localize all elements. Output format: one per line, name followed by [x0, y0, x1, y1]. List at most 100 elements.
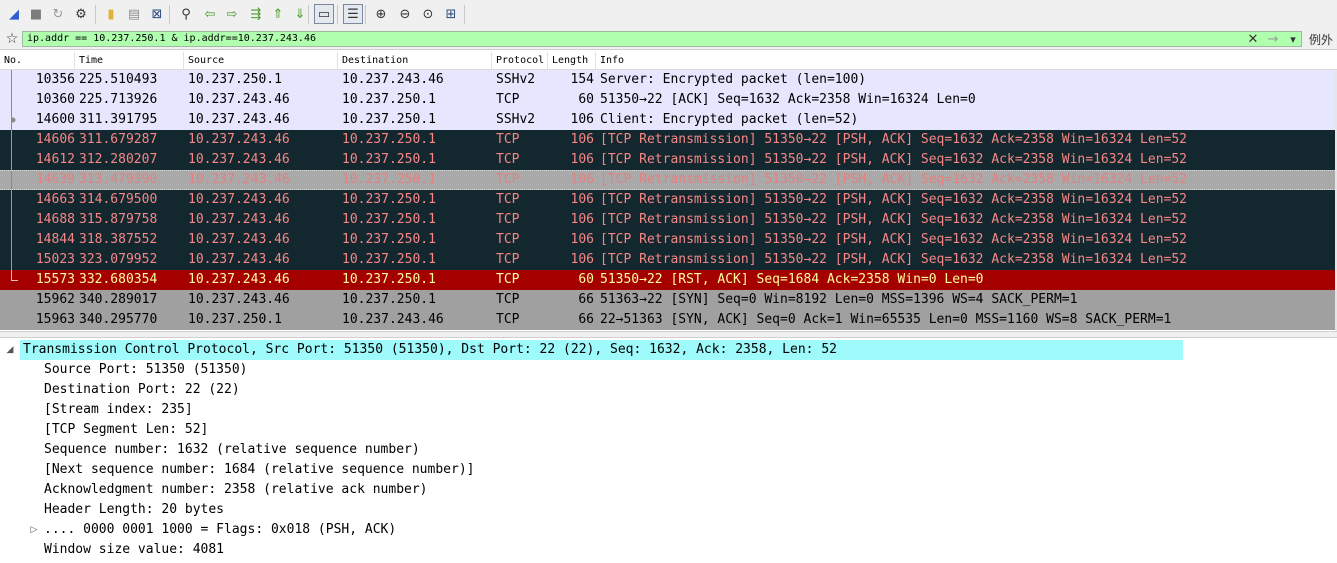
detail-text: [Next sequence number: 1684 (relative se…: [44, 462, 475, 477]
packet-row[interactable]: 14688 315.879758 10.237.243.46 10.237.250.1…: [0, 210, 1337, 230]
packet-time-cell: 318.387552: [79, 232, 158, 247]
packet-row[interactable]: 14844 318.387552 10.237.243.46 10.237.250.1…: [0, 230, 1337, 250]
packet-info-cell: [TCP Retransmission] 51350→22 [PSH, ACK]…: [600, 132, 1187, 147]
packet-proto-cell: TCP: [496, 252, 520, 267]
open-file-icon[interactable]: ▮: [101, 4, 121, 24]
go-forward-icon[interactable]: ⇨: [222, 4, 242, 24]
packet-no-cell: 14688: [35, 212, 75, 227]
packet-time-cell: 332.680354: [79, 272, 158, 287]
toolbar-separator: [464, 5, 465, 24]
expanded-arrow-icon[interactable]: ◢: [4, 340, 16, 360]
packet-info-cell: [TCP Retransmission] 51350→22 [PSH, ACK]…: [600, 232, 1187, 247]
packet-src-cell: 10.237.243.46: [188, 252, 290, 267]
column-header-length[interactable]: Length: [548, 52, 596, 69]
packet-no-cell: 14612: [35, 152, 75, 167]
go-first-icon[interactable]: ⇑: [268, 4, 288, 24]
pane-splitter[interactable]: [0, 331, 1337, 338]
collapsed-arrow-icon[interactable]: ▷: [28, 520, 40, 540]
restart-capture-icon[interactable]: ↻: [48, 4, 68, 24]
detail-text: Acknowledgment number: 2358 (relative ac…: [44, 482, 428, 497]
packet-proto-cell: TCP: [496, 312, 520, 327]
go-back-icon[interactable]: ⇦: [200, 4, 220, 24]
packet-dst-cell: 10.237.243.46: [342, 312, 444, 327]
clear-filter-icon[interactable]: ✕: [1245, 30, 1261, 48]
packet-len-cell: 106: [570, 172, 594, 187]
packet-proto-cell: TCP: [496, 192, 520, 207]
zoom-in-icon[interactable]: ⊕: [371, 4, 391, 24]
packet-row[interactable]: 10360 225.713926 10.237.243.46 10.237.250.1…: [0, 90, 1337, 110]
start-capture-icon[interactable]: ◢: [4, 4, 24, 24]
packet-src-cell: 10.237.243.46: [188, 272, 290, 287]
packet-row[interactable]: 15023 323.079952 10.237.243.46 10.237.250.1…: [0, 250, 1337, 270]
packet-src-cell: 10.237.243.46: [188, 292, 290, 307]
packet-row[interactable]: 14612 312.280207 10.237.243.46 10.237.250.1…: [0, 150, 1337, 170]
column-header-destination[interactable]: Destination: [338, 52, 492, 69]
zoom-out-icon[interactable]: ⊖: [395, 4, 415, 24]
packet-row[interactable]: 15573 332.680354 10.237.243.46 10.237.250.1…: [0, 270, 1337, 290]
packet-row[interactable]: 14639 313.479390 10.237.243.46 10.237.250.1…: [0, 170, 1337, 191]
display-filter-input[interactable]: ip.addr == 10.237.250.1 & ip.addr==10.23…: [22, 31, 1302, 47]
colorize-icon[interactable]: ☰: [343, 4, 363, 24]
packet-info-cell: Server: Encrypted packet (len=100): [600, 72, 867, 87]
resize-columns-icon[interactable]: ⊞: [441, 4, 461, 24]
packet-row[interactable]: 15962 340.289017 10.237.243.46 10.237.250.1…: [0, 290, 1337, 310]
go-to-packet-icon[interactable]: ⇶: [246, 4, 266, 24]
packet-src-cell: 10.237.243.46: [188, 212, 290, 227]
packet-time-cell: 312.280207: [79, 152, 158, 167]
display-filter-bar: ☆ ip.addr == 10.237.250.1 & ip.addr==10.…: [0, 30, 1337, 50]
packet-proto-cell: TCP: [496, 212, 520, 227]
column-header-time[interactable]: Time: [75, 52, 184, 69]
packet-proto-cell: TCP: [496, 132, 520, 147]
packet-dst-cell: 10.237.250.1: [342, 112, 436, 127]
packet-time-cell: 225.713926: [79, 92, 158, 107]
filter-history-dropdown-icon[interactable]: ▾: [1286, 30, 1300, 48]
find-packet-icon[interactable]: ⚲: [176, 4, 196, 24]
zoom-normal-icon[interactable]: ⊙: [418, 4, 438, 24]
capture-options-icon[interactable]: ⚙: [71, 4, 91, 24]
packet-row[interactable]: 15963 340.295770 10.237.250.1 10.237.243.46…: [0, 310, 1337, 330]
packet-row[interactable]: 14606 311.679287 10.237.243.46 10.237.250.1…: [0, 130, 1337, 150]
packet-no-cell: 14600: [35, 112, 75, 127]
packet-no-cell: 10356: [35, 72, 75, 87]
packet-row[interactable]: 10356 225.510493 10.237.250.1 10.237.243.46…: [0, 70, 1337, 90]
detail-text: [Stream index: 235]: [44, 402, 193, 417]
packet-time-cell: 225.510493: [79, 72, 158, 87]
go-last-icon[interactable]: ⇓: [290, 4, 310, 24]
save-file-icon[interactable]: ▤: [124, 4, 144, 24]
packet-info-cell: [TCP Retransmission] 51350→22 [PSH, ACK]…: [600, 172, 1187, 187]
packet-info-cell: [TCP Retransmission] 51350→22 [PSH, ACK]…: [600, 192, 1187, 207]
packet-dst-cell: 10.237.250.1: [342, 252, 436, 267]
close-file-icon[interactable]: ⊠: [147, 4, 167, 24]
column-header-info[interactable]: Info: [596, 52, 1337, 69]
column-header-protocol[interactable]: Protocol: [492, 52, 548, 69]
packet-len-cell: 106: [570, 132, 594, 147]
packet-no-cell: 15573: [35, 272, 75, 287]
detail-text: Window size value: 4081: [44, 542, 225, 557]
packet-time-cell: 315.879758: [79, 212, 158, 227]
detail-text: [TCP Segment Len: 52]: [44, 422, 209, 437]
packet-proto-cell: TCP: [496, 272, 520, 287]
stop-capture-icon[interactable]: ■: [26, 4, 46, 24]
packet-no-cell: 15023: [35, 252, 75, 267]
packet-len-cell: 60: [578, 92, 594, 107]
toolbar-separator: [308, 5, 309, 24]
expression-button[interactable]: 例外: [1309, 30, 1337, 48]
packet-row[interactable]: 14600 311.391795 10.237.243.46 10.237.250.1…: [0, 110, 1337, 130]
packet-time-cell: 323.079952: [79, 252, 158, 267]
packet-dst-cell: 10.237.243.46: [342, 72, 444, 87]
toolbar-separator: [95, 5, 96, 24]
packet-list: 10356 225.510493 10.237.250.1 10.237.243.46…: [0, 70, 1337, 330]
column-header-no[interactable]: No.: [0, 52, 75, 69]
autoscroll-icon[interactable]: ▭: [314, 4, 334, 24]
packet-proto-cell: SSHv2: [496, 72, 536, 87]
detail-text: Sequence number: 1632 (relative sequence…: [44, 442, 420, 457]
packet-time-cell: 340.295770: [79, 312, 158, 327]
packet-row[interactable]: 14663 314.679500 10.237.243.46 10.237.250.1…: [0, 190, 1337, 210]
packet-len-cell: 106: [570, 212, 594, 227]
bookmark-icon[interactable]: ☆: [3, 30, 21, 48]
packet-info-cell: [TCP Retransmission] 51350→22 [PSH, ACK]…: [600, 212, 1187, 227]
apply-filter-icon[interactable]: →: [1264, 30, 1282, 48]
column-header-source[interactable]: Source: [184, 52, 338, 69]
packet-details-pane: ◢ Transmission Control Protocol, Src Port…: [0, 340, 1337, 563]
packet-dst-cell: 10.237.250.1: [342, 172, 436, 187]
